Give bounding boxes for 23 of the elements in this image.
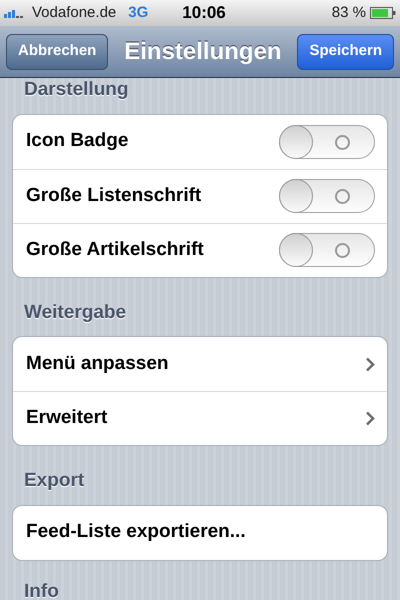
status-time: 10:06 (182, 2, 226, 24)
battery-percent: 83 % (332, 2, 366, 23)
chevron-icon (365, 356, 375, 372)
nav-title: Einstellungen (123, 36, 283, 66)
chevron-icon (365, 411, 375, 426)
row-label[interactable]: Erweitert (26, 404, 365, 433)
row-label[interactable]: Feed-Liste exportieren... (26, 518, 375, 547)
section-header: Info (24, 580, 59, 600)
toggle-switch[interactable] (279, 179, 375, 213)
row-label: Große Listenschrift (26, 184, 202, 208)
section-header: Darstellung (24, 79, 129, 100)
row-label: Große Artikelschrift (26, 238, 205, 262)
save-button[interactable]: Speichern (297, 34, 394, 70)
toggle-switch[interactable] (279, 233, 375, 267)
battery-icon (370, 7, 396, 19)
section-header: Export (24, 470, 84, 491)
carrier-name: Vodafone.de (32, 2, 116, 23)
toggle-switch[interactable] (279, 124, 375, 158)
row-label: Icon Badge (26, 129, 130, 154)
section-header: Weitergabe (24, 302, 126, 322)
cancel-button[interactable]: Abbrechen (6, 34, 108, 70)
network-type: 3G (128, 2, 148, 23)
row-label[interactable]: Menü anpassen (26, 350, 365, 378)
